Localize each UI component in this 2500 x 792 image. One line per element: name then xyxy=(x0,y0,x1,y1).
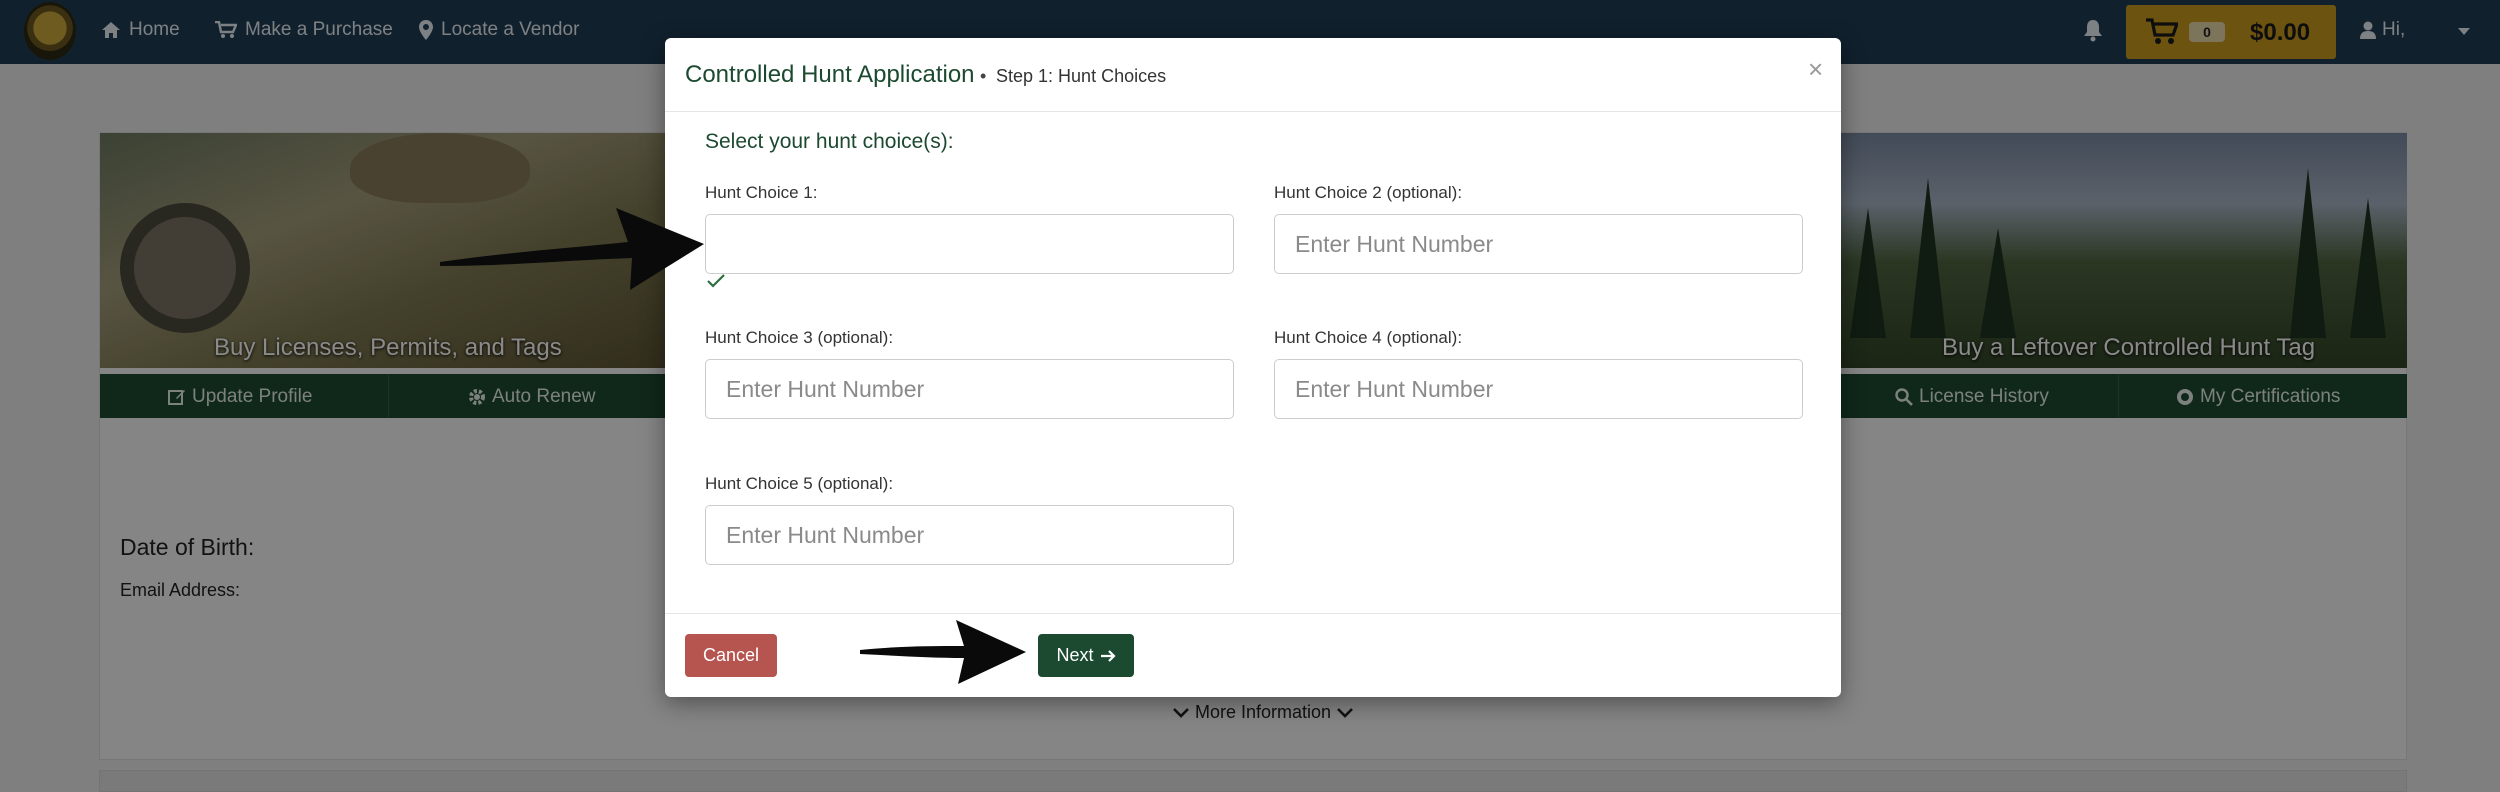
controlled-hunt-modal: Controlled Hunt Application • Step 1: Hu… xyxy=(665,38,1841,697)
title-separator: • xyxy=(980,66,987,86)
modal-header: Controlled Hunt Application • Step 1: Hu… xyxy=(665,38,1841,112)
modal-step-label: Step 1: Hunt Choices xyxy=(996,66,1167,86)
hunt-choice-4-input[interactable] xyxy=(1274,359,1803,419)
next-button-label: Next xyxy=(1056,645,1094,665)
hunt-choice-2-input[interactable] xyxy=(1274,214,1803,274)
pointer-arrow-icon xyxy=(440,208,704,290)
arrow-right-icon xyxy=(1100,649,1116,662)
hunt-choice-1-label: Hunt Choice 1: xyxy=(705,183,818,202)
pointer-arrow-icon xyxy=(860,620,1026,684)
next-button[interactable]: Next xyxy=(1038,634,1134,677)
cancel-button[interactable]: Cancel xyxy=(685,634,777,677)
hunt-choice-3-input[interactable] xyxy=(705,359,1234,419)
close-icon[interactable]: × xyxy=(1808,54,1823,85)
hunt-choice-5-input[interactable] xyxy=(705,505,1234,565)
hunt-choice-3-label: Hunt Choice 3 (optional): xyxy=(705,328,894,347)
checkmark-icon xyxy=(707,274,725,288)
modal-footer: Cancel Next xyxy=(665,613,1841,697)
modal-title: Controlled Hunt Application xyxy=(685,61,975,88)
hunt-choice-5-label: Hunt Choice 5 (optional): xyxy=(705,474,894,493)
select-hunt-choices-label: Select your hunt choice(s): xyxy=(705,130,954,153)
hunt-choice-2-label: Hunt Choice 2 (optional): xyxy=(1274,183,1463,202)
hunt-choice-4-label: Hunt Choice 4 (optional): xyxy=(1274,328,1463,347)
hunt-choice-1-input[interactable] xyxy=(705,214,1234,274)
